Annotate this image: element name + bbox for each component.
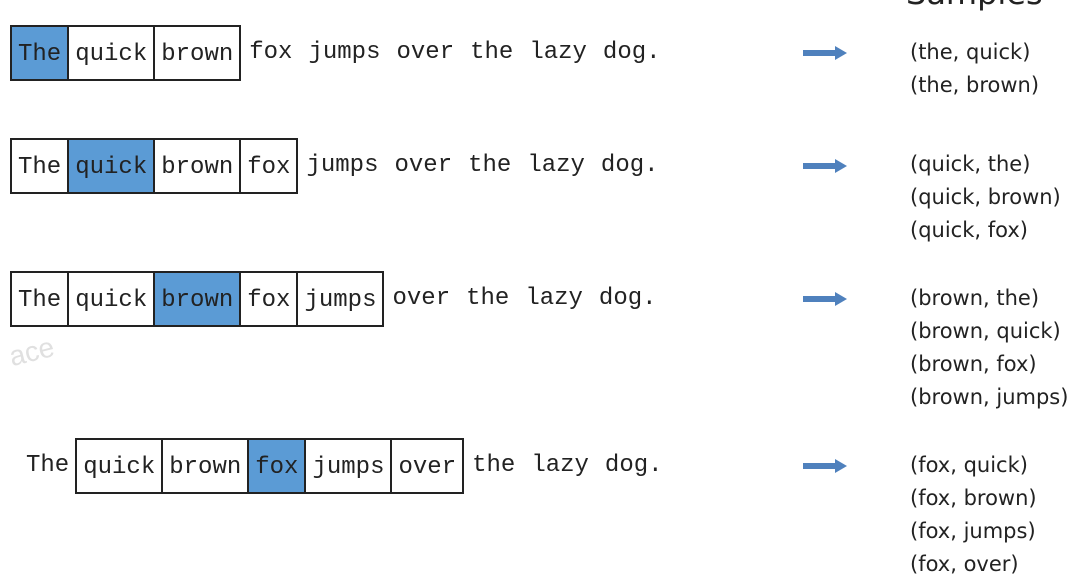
sample-pair: (the, quick) bbox=[910, 40, 1031, 64]
sample-pairs-3: (brown, the) (brown, quick) (brown, fox) (b… bbox=[910, 282, 1068, 414]
sentence-word: dog. bbox=[598, 285, 657, 312]
context-word: fox bbox=[239, 271, 299, 327]
sentence-word: over bbox=[396, 39, 455, 66]
context-word: The bbox=[10, 138, 70, 194]
sentence-row-4: The quick brown fox jumps over the lazy dog. bbox=[18, 437, 671, 495]
sample-pair: (fox, jumps) bbox=[910, 519, 1036, 543]
context-word: brown bbox=[153, 25, 242, 81]
context-word: fox bbox=[239, 138, 299, 194]
right-arrow-icon bbox=[803, 46, 847, 60]
sentence-word: lazy bbox=[527, 152, 585, 179]
center-word: quick bbox=[67, 138, 156, 194]
sentence-word: lazy bbox=[525, 285, 583, 312]
context-word: brown bbox=[161, 438, 250, 494]
right-arrow-icon bbox=[803, 292, 847, 306]
sample-pair: (fox, brown) bbox=[910, 486, 1037, 510]
sentence-word: jumps bbox=[306, 152, 379, 179]
sentence-word: dog. bbox=[600, 152, 659, 179]
sentence-row-3: The quick brown fox jumps over the lazy dog. bbox=[10, 270, 665, 328]
sentence-word: lazy bbox=[529, 39, 587, 66]
sentence-word: The bbox=[26, 452, 70, 479]
watermark-text: ace bbox=[6, 331, 58, 373]
sample-pair: (fox, quick) bbox=[910, 453, 1028, 477]
sentence-word: the bbox=[468, 152, 512, 179]
sentence-word: the bbox=[472, 452, 516, 479]
sentence-word: dog. bbox=[602, 39, 661, 66]
context-word: quick bbox=[67, 271, 156, 327]
context-word: The bbox=[10, 271, 70, 327]
context-word: quick bbox=[67, 25, 156, 81]
sample-pair: (quick, fox) bbox=[910, 218, 1028, 242]
sample-pair: (brown, quick) bbox=[910, 319, 1061, 343]
sentence-row-1: The quick brown fox jumps over the lazy dog. bbox=[10, 24, 669, 82]
context-word: jumps bbox=[304, 438, 393, 494]
center-word: The bbox=[10, 25, 70, 81]
sentence-word: fox bbox=[249, 39, 293, 66]
samples-heading: Samples bbox=[906, 0, 1043, 12]
sample-pair: (quick, the) bbox=[910, 152, 1031, 176]
sample-pair: (brown, the) bbox=[910, 286, 1040, 310]
center-word: brown bbox=[153, 271, 242, 327]
sentence-word: over bbox=[392, 285, 451, 312]
sample-pair: (brown, fox) bbox=[910, 352, 1037, 376]
right-arrow-icon bbox=[803, 459, 847, 473]
sample-pairs-4: (fox, quick) (fox, brown) (fox, jumps) (fox… bbox=[910, 449, 1037, 581]
sentence-word: the bbox=[466, 285, 510, 312]
sentence-row-2: The quick brown fox jumps over the lazy dog. bbox=[10, 137, 667, 195]
sample-pair: (fox, over) bbox=[910, 552, 1019, 576]
sentence-word: lazy bbox=[531, 452, 589, 479]
context-word: jumps bbox=[296, 271, 385, 327]
sample-pair: (the, brown) bbox=[910, 73, 1040, 97]
sample-pairs-2: (quick, the) (quick, brown) (quick, fox) bbox=[910, 148, 1061, 247]
context-word: brown bbox=[153, 138, 242, 194]
sentence-word: jumps bbox=[308, 39, 381, 66]
context-word: over bbox=[390, 438, 465, 494]
right-arrow-icon bbox=[803, 159, 847, 173]
sentence-word: over bbox=[394, 152, 453, 179]
sentence-word: the bbox=[470, 39, 514, 66]
sample-pair: (quick, brown) bbox=[910, 185, 1061, 209]
sample-pairs-1: (the, quick) (the, brown) bbox=[910, 36, 1039, 102]
sample-pair: (brown, jumps) bbox=[910, 385, 1069, 409]
sentence-word: dog. bbox=[604, 452, 663, 479]
center-word: fox bbox=[247, 438, 307, 494]
context-word: quick bbox=[75, 438, 164, 494]
